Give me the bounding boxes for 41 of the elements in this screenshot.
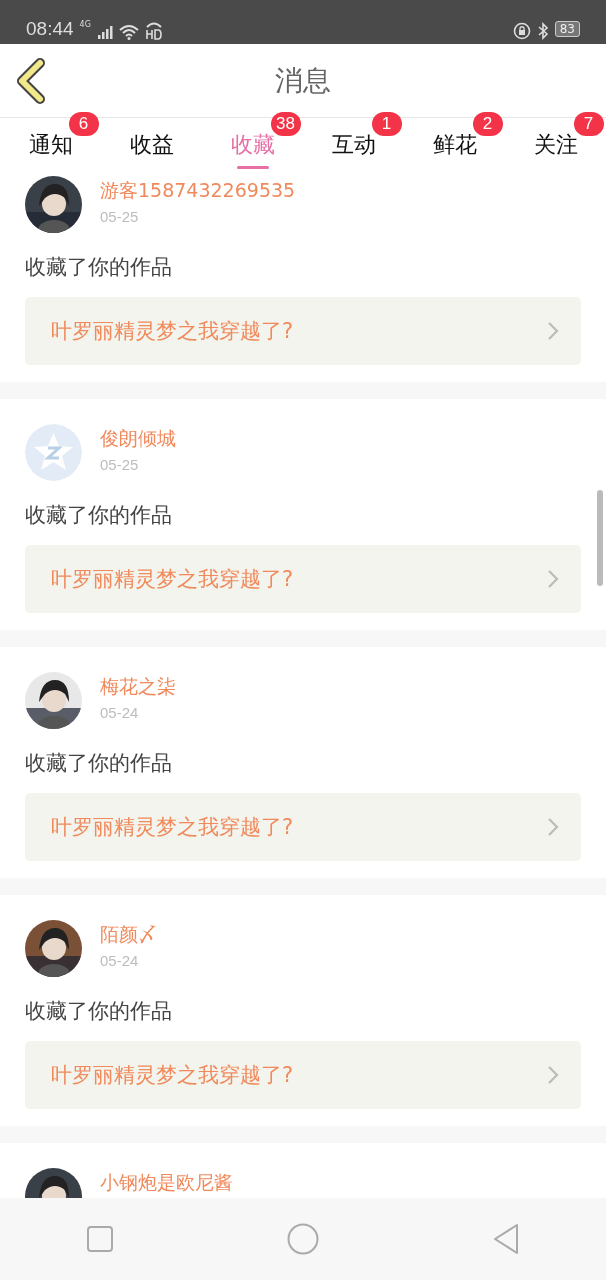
battery-level: 83 bbox=[554, 21, 580, 37]
recent-apps-button[interactable] bbox=[86, 1225, 115, 1253]
chevron-right-icon bbox=[547, 817, 559, 837]
chevron-right-icon bbox=[547, 569, 559, 589]
work-link[interactable]: 叶罗丽精灵梦之我穿越了? bbox=[25, 1041, 581, 1109]
message-text: 收藏了你的作品 bbox=[25, 750, 173, 777]
chevron-right-icon bbox=[547, 321, 559, 341]
user-name[interactable]: 游客1587432269535 bbox=[100, 178, 296, 204]
user-name[interactable]: 俊朗倾城 bbox=[100, 426, 176, 452]
network-label: 4G bbox=[79, 20, 91, 29]
message-text: 收藏了你的作品 bbox=[25, 254, 173, 281]
work-link[interactable]: 叶罗丽精灵梦之我穿越了? bbox=[25, 545, 581, 613]
count-badge: 38 bbox=[270, 112, 301, 136]
back-nav-button[interactable] bbox=[491, 1223, 520, 1255]
lock-rotation-icon bbox=[512, 22, 531, 40]
count-badge: 1 bbox=[371, 112, 402, 136]
count-badge: 6 bbox=[68, 112, 99, 136]
user-name[interactable]: 小钢炮是欧尼酱 bbox=[100, 1170, 233, 1196]
wifi-icon bbox=[118, 24, 139, 40]
default-avatar-icon bbox=[25, 424, 82, 481]
chevron-right-icon bbox=[547, 1065, 559, 1085]
home-button[interactable] bbox=[287, 1223, 319, 1255]
message-date: 05-25 bbox=[100, 456, 140, 473]
user-name[interactable]: 梅花之柒 bbox=[100, 674, 176, 700]
message-text: 收藏了你的作品 bbox=[25, 998, 173, 1025]
bluetooth-icon bbox=[536, 22, 549, 40]
message-date: 05-24 bbox=[100, 704, 140, 721]
hd-call-icon bbox=[144, 20, 163, 40]
signal-icon bbox=[96, 24, 113, 40]
page-title: 消息 bbox=[275, 62, 331, 99]
message-date: 05-25 bbox=[100, 208, 140, 225]
status-time: 08:44 bbox=[26, 18, 74, 40]
count-badge: 7 bbox=[573, 112, 604, 136]
work-link[interactable]: 叶罗丽精灵梦之我穿越了? bbox=[25, 297, 581, 365]
count-badge: 2 bbox=[472, 112, 503, 136]
tab[interactable]: 收益 bbox=[101, 118, 202, 170]
user-name[interactable]: 陌颜〆 bbox=[100, 922, 157, 948]
message-date: 05-24 bbox=[100, 952, 140, 969]
work-link[interactable]: 叶罗丽精灵梦之我穿越了? bbox=[25, 793, 581, 861]
tab-underline bbox=[236, 166, 269, 169]
message-text: 收藏了你的作品 bbox=[25, 502, 173, 529]
